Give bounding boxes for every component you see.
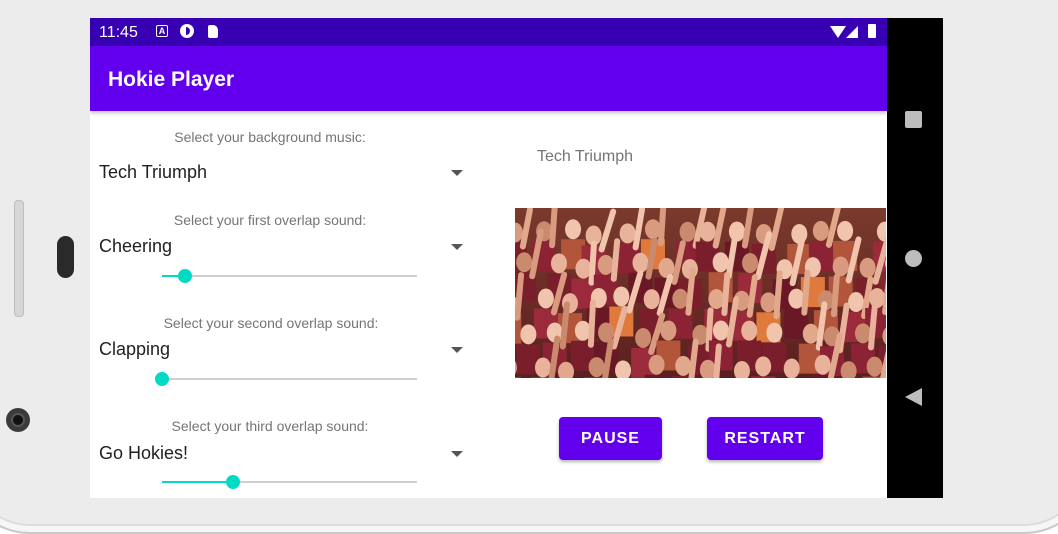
a-icon: A: [156, 25, 168, 37]
crowd-cheering-photo: [515, 208, 886, 378]
pause-button[interactable]: PAUSE: [559, 417, 662, 460]
restart-button[interactable]: RESTART: [707, 417, 823, 460]
signal-icon: [846, 26, 858, 38]
background-music-label: Select your background music:: [90, 129, 450, 145]
spinner-value: Cheering: [99, 236, 172, 257]
navigation-bar: [887, 18, 943, 498]
sd-card-icon: [208, 25, 218, 38]
device-screen: 11:45 A Hokie Player Select your backgro…: [90, 18, 943, 498]
slider-thumb[interactable]: [226, 475, 240, 489]
third-overlap-volume-slider[interactable]: [162, 472, 417, 492]
dropdown-arrow-icon: [451, 170, 463, 176]
spinner-value: Go Hokies!: [99, 443, 188, 464]
recents-icon[interactable]: [905, 111, 922, 128]
front-camera: [6, 408, 30, 432]
pie-icon: [180, 24, 194, 38]
home-icon[interactable]: [905, 250, 922, 267]
spinner-value: Clapping: [99, 339, 170, 360]
third-overlap-label: Select your third overlap sound:: [90, 418, 450, 434]
now-playing-title: Tech Triumph: [485, 148, 685, 166]
spinner-value: Tech Triumph: [99, 162, 207, 183]
background-music-spinner[interactable]: Tech Triumph: [90, 158, 470, 188]
first-overlap-label: Select your first overlap sound:: [90, 212, 450, 228]
second-overlap-spinner[interactable]: Clapping: [90, 335, 470, 365]
crowd-illustration: [515, 208, 886, 378]
app-title: Hokie Player: [108, 68, 234, 92]
status-time: 11:45: [99, 24, 138, 42]
first-overlap-volume-slider[interactable]: [162, 266, 417, 286]
second-overlap-label: Select your second overlap sound:: [90, 315, 452, 331]
dropdown-arrow-icon: [451, 244, 463, 250]
status-bar: 11:45 A: [90, 18, 887, 46]
speaker-grille: [57, 236, 74, 278]
battery-icon: [868, 24, 876, 38]
dropdown-arrow-icon: [451, 347, 463, 353]
slider-track: [162, 275, 417, 277]
volume-button: [14, 200, 24, 317]
slider-thumb[interactable]: [155, 372, 169, 386]
back-icon[interactable]: [905, 388, 922, 406]
slider-track: [162, 378, 417, 380]
slider-fill: [162, 481, 233, 483]
wifi-icon: [830, 26, 846, 38]
dropdown-arrow-icon: [451, 451, 463, 457]
app-bar: Hokie Player: [90, 46, 887, 111]
first-overlap-spinner[interactable]: Cheering: [90, 232, 470, 262]
slider-thumb[interactable]: [178, 269, 192, 283]
third-overlap-spinner[interactable]: Go Hokies!: [90, 439, 470, 469]
second-overlap-volume-slider[interactable]: [162, 369, 417, 389]
